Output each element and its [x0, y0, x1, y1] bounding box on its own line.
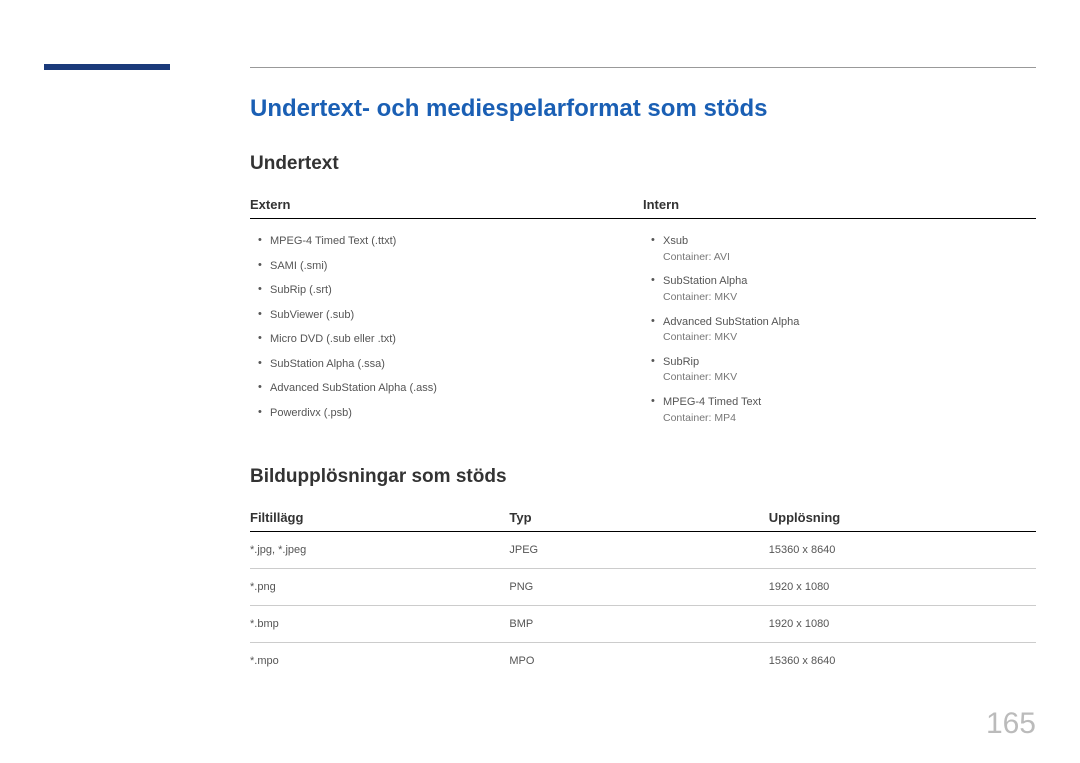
item-label: SubStation Alpha: [663, 275, 747, 287]
table-row: *.png PNG 1920 x 1080: [250, 569, 1036, 606]
list-item: MPEG-4 Timed Text (.ttxt): [270, 229, 643, 254]
item-label: Micro DVD (.sub eller .txt): [270, 333, 396, 345]
list-item: SubStation Alpha (.ssa): [270, 352, 643, 377]
list-item: SubViewer (.sub): [270, 303, 643, 328]
intern-list: Xsub Container: AVI SubStation Alpha Conta…: [643, 229, 1036, 430]
cell-ext: *.jpg, *.jpeg: [250, 532, 509, 569]
item-label: SubRip: [663, 356, 699, 368]
list-item: SubRip Container: MKV: [663, 350, 1036, 390]
item-label: Xsub: [663, 235, 688, 247]
cell-ext: *.bmp: [250, 606, 509, 643]
cell-res: 1920 x 1080: [769, 569, 1036, 606]
col-intern: Intern: [643, 191, 1036, 219]
item-container: Container: MKV: [663, 330, 1036, 346]
table-row: *.bmp BMP 1920 x 1080: [250, 606, 1036, 643]
item-label: SubRip (.srt): [270, 284, 332, 296]
table-row: *.mpo MPO 15360 x 8640: [250, 643, 1036, 680]
list-item: MPEG-4 Timed Text Container: MP4: [663, 390, 1036, 430]
cell-res: 15360 x 8640: [769, 532, 1036, 569]
extern-cell: MPEG-4 Timed Text (.ttxt) SAMI (.smi) Su…: [250, 219, 643, 431]
col-extern: Extern: [250, 191, 643, 219]
cell-ext: *.mpo: [250, 643, 509, 680]
cell-type: JPEG: [509, 532, 768, 569]
col-res: Upplösning: [769, 504, 1036, 532]
item-label: MPEG-4 Timed Text (.ttxt): [270, 235, 396, 247]
extern-list: MPEG-4 Timed Text (.ttxt) SAMI (.smi) Su…: [250, 229, 643, 425]
resolution-table: Filtillägg Typ Upplösning *.jpg, *.jpeg …: [250, 504, 1036, 679]
col-ext: Filtillägg: [250, 504, 509, 532]
page-content: Undertext- och mediespelarformat som stö…: [250, 95, 1036, 679]
page-number: 165: [986, 707, 1036, 741]
intern-cell: Xsub Container: AVI SubStation Alpha Conta…: [643, 219, 1036, 431]
section-resolutions: Bildupplösningar som stöds: [250, 466, 1036, 488]
item-label: Powerdivx (.psb): [270, 407, 352, 419]
col-type: Typ: [509, 504, 768, 532]
item-label: MPEG-4 Timed Text: [663, 396, 761, 408]
list-item: Powerdivx (.psb): [270, 401, 643, 426]
list-item: SubStation Alpha Container: MKV: [663, 269, 1036, 309]
item-container: Container: MP4: [663, 411, 1036, 427]
cell-ext: *.png: [250, 569, 509, 606]
cell-type: BMP: [509, 606, 768, 643]
item-label: SubViewer (.sub): [270, 309, 354, 321]
list-item: Advanced SubStation Alpha (.ass): [270, 376, 643, 401]
cell-type: PNG: [509, 569, 768, 606]
item-container: Container: AVI: [663, 250, 1036, 266]
cell-type: MPO: [509, 643, 768, 680]
list-item: Xsub Container: AVI: [663, 229, 1036, 269]
item-container: Container: MKV: [663, 290, 1036, 306]
accent-bar: [44, 64, 170, 70]
item-container: Container: MKV: [663, 370, 1036, 386]
list-item: Advanced SubStation Alpha Container: MKV: [663, 310, 1036, 350]
table-row: *.jpg, *.jpeg JPEG 15360 x 8640: [250, 532, 1036, 569]
subtitle-format-table: Extern Intern MPEG-4 Timed Text (.ttxt) …: [250, 191, 1036, 430]
list-item: Micro DVD (.sub eller .txt): [270, 327, 643, 352]
item-label: SubStation Alpha (.ssa): [270, 358, 385, 370]
cell-res: 1920 x 1080: [769, 606, 1036, 643]
item-label: Advanced SubStation Alpha (.ass): [270, 382, 437, 394]
cell-res: 15360 x 8640: [769, 643, 1036, 680]
list-item: SAMI (.smi): [270, 254, 643, 279]
main-title: Undertext- och mediespelarformat som stö…: [250, 95, 1036, 123]
section-subtitle: Undertext: [250, 153, 1036, 175]
item-label: Advanced SubStation Alpha: [663, 316, 799, 328]
list-item: SubRip (.srt): [270, 278, 643, 303]
item-label: SAMI (.smi): [270, 260, 327, 272]
top-rule: [250, 67, 1036, 68]
